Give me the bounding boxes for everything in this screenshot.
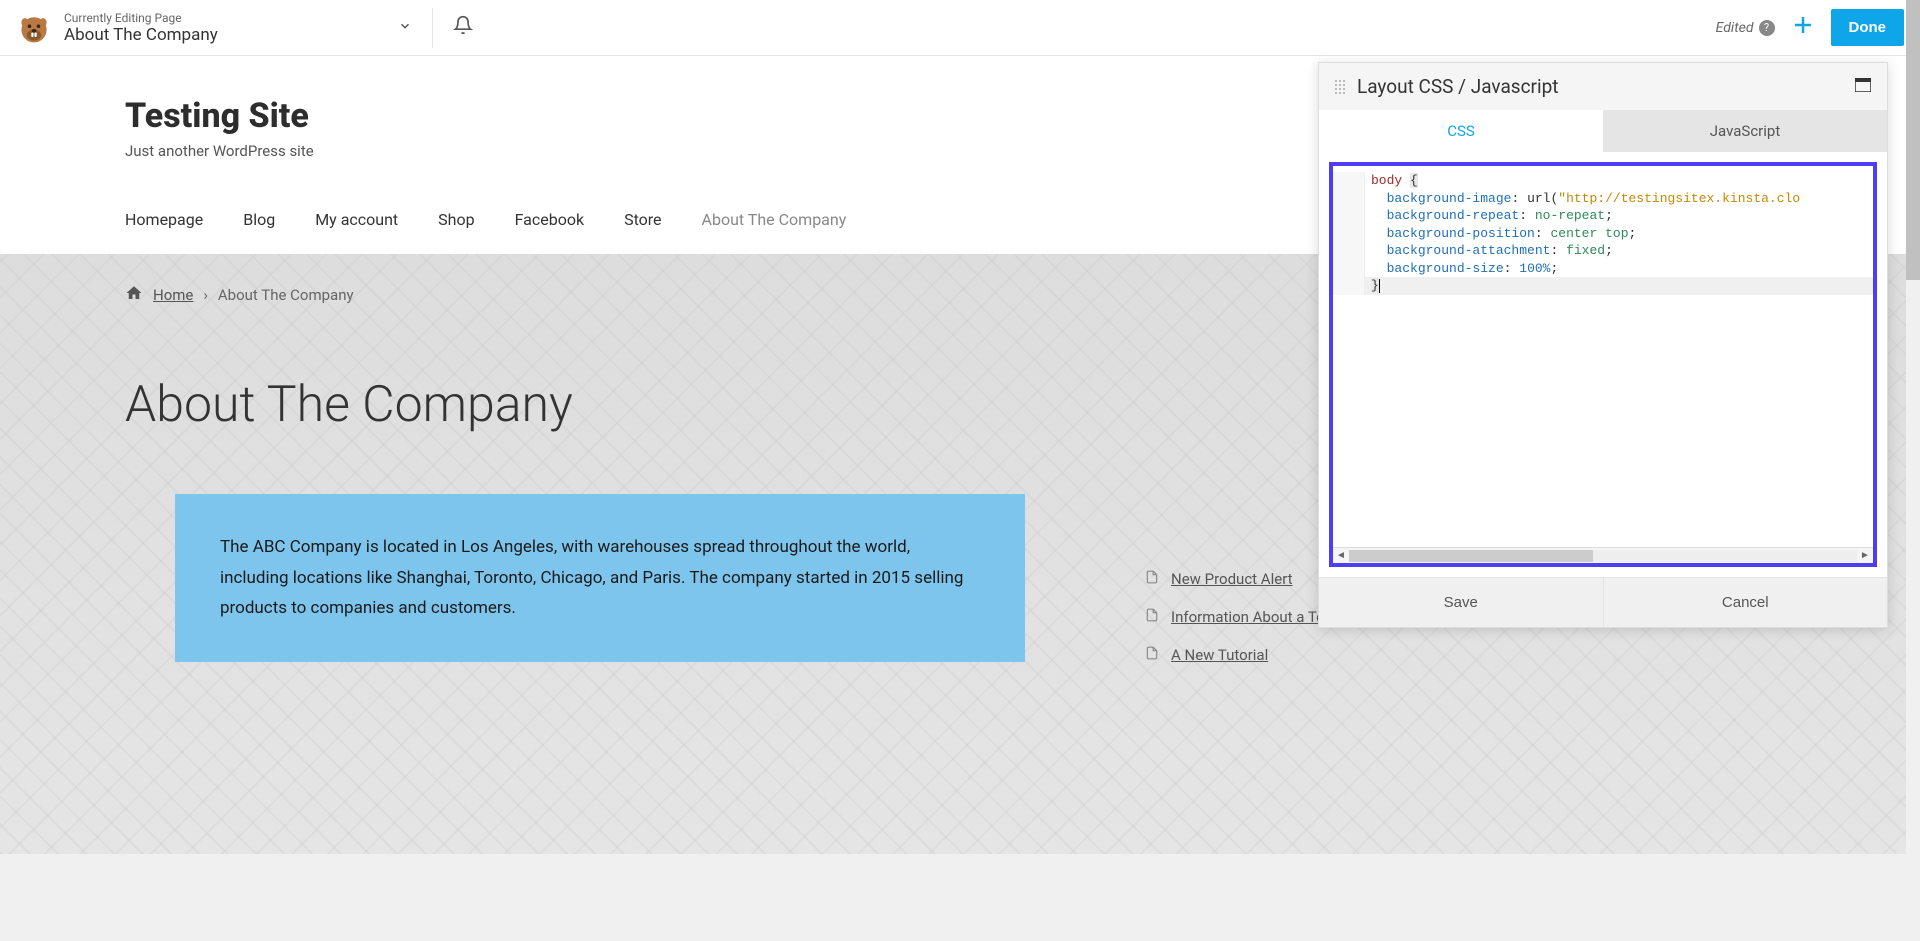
nav-my-account[interactable]: My account xyxy=(315,210,398,229)
save-button[interactable]: Save xyxy=(1319,578,1604,627)
file-icon xyxy=(1145,569,1159,589)
nav-about-company[interactable]: About The Company xyxy=(702,210,847,229)
page-title: About The Company xyxy=(64,25,218,45)
breadcrumb-separator: › xyxy=(203,286,208,304)
scroll-track[interactable] xyxy=(1349,550,1857,562)
scroll-thumb[interactable] xyxy=(1349,550,1593,562)
panel-header[interactable]: Layout CSS / Javascript xyxy=(1319,63,1887,110)
scroll-thumb[interactable] xyxy=(1906,0,1920,280)
page-info: Currently Editing Page About The Company xyxy=(64,11,218,45)
panel-tabs: CSS JavaScript xyxy=(1319,110,1887,152)
horizontal-scrollbar[interactable]: ◄ ► xyxy=(1333,547,1873,563)
editing-label: Currently Editing Page xyxy=(64,11,218,25)
breadcrumb-current: About The Company xyxy=(218,286,354,304)
file-icon xyxy=(1145,607,1159,627)
panel-footer: Save Cancel xyxy=(1319,577,1887,627)
nav-shop[interactable]: Shop xyxy=(438,210,474,229)
tab-css[interactable]: CSS xyxy=(1319,110,1603,152)
page-vertical-scrollbar[interactable] xyxy=(1906,0,1920,941)
nav-homepage[interactable]: Homepage xyxy=(125,210,203,229)
nav-store[interactable]: Store xyxy=(624,210,661,229)
nav-facebook[interactable]: Facebook xyxy=(515,210,584,229)
css-js-panel: Layout CSS / Javascript CSS JavaScript b… xyxy=(1318,62,1888,628)
list-item: New Product Alert xyxy=(1145,569,1345,589)
editor-top-bar: Currently Editing Page About The Company… xyxy=(0,0,1920,56)
scroll-right-arrow[interactable]: ► xyxy=(1857,550,1873,561)
cancel-button[interactable]: Cancel xyxy=(1604,578,1888,627)
maximize-icon[interactable] xyxy=(1855,77,1871,96)
top-bar-right: Edited ? Done xyxy=(1716,9,1904,46)
list-item: Information About a Topic xyxy=(1145,607,1345,627)
beaver-builder-logo xyxy=(16,10,52,46)
file-icon xyxy=(1145,645,1159,665)
scroll-left-arrow[interactable]: ◄ xyxy=(1333,550,1349,561)
tab-javascript[interactable]: JavaScript xyxy=(1603,110,1887,152)
nav-blog[interactable]: Blog xyxy=(243,210,275,229)
divider xyxy=(432,8,433,48)
sidebar-links: New Product Alert Information About a To… xyxy=(1145,569,1345,683)
done-button[interactable]: Done xyxy=(1831,9,1905,46)
help-icon[interactable]: ? xyxy=(1759,20,1775,36)
code-lines: body { background-image: url("http://tes… xyxy=(1333,166,1873,301)
edited-status: Edited ? xyxy=(1716,20,1775,36)
panel-title: Layout CSS / Javascript xyxy=(1357,75,1855,98)
bell-icon[interactable] xyxy=(453,15,473,40)
sidebar-link[interactable]: A New Tutorial xyxy=(1171,646,1268,664)
drag-handle-icon[interactable] xyxy=(1335,80,1347,94)
breadcrumb-home-link[interactable]: Home xyxy=(153,286,193,304)
logo-area: Currently Editing Page About The Company xyxy=(16,10,218,46)
add-content-button[interactable] xyxy=(1791,11,1815,44)
company-description-block[interactable]: The ABC Company is located in Los Angele… xyxy=(175,494,1025,662)
list-item: A New Tutorial xyxy=(1145,645,1345,665)
chevron-down-icon[interactable] xyxy=(398,18,412,37)
home-icon xyxy=(125,284,143,306)
sidebar-link[interactable]: New Product Alert xyxy=(1171,570,1293,588)
code-editor[interactable]: body { background-image: url("http://tes… xyxy=(1329,162,1877,567)
code-area-wrapper: body { background-image: url("http://tes… xyxy=(1319,152,1887,577)
text-cursor xyxy=(1379,279,1380,293)
